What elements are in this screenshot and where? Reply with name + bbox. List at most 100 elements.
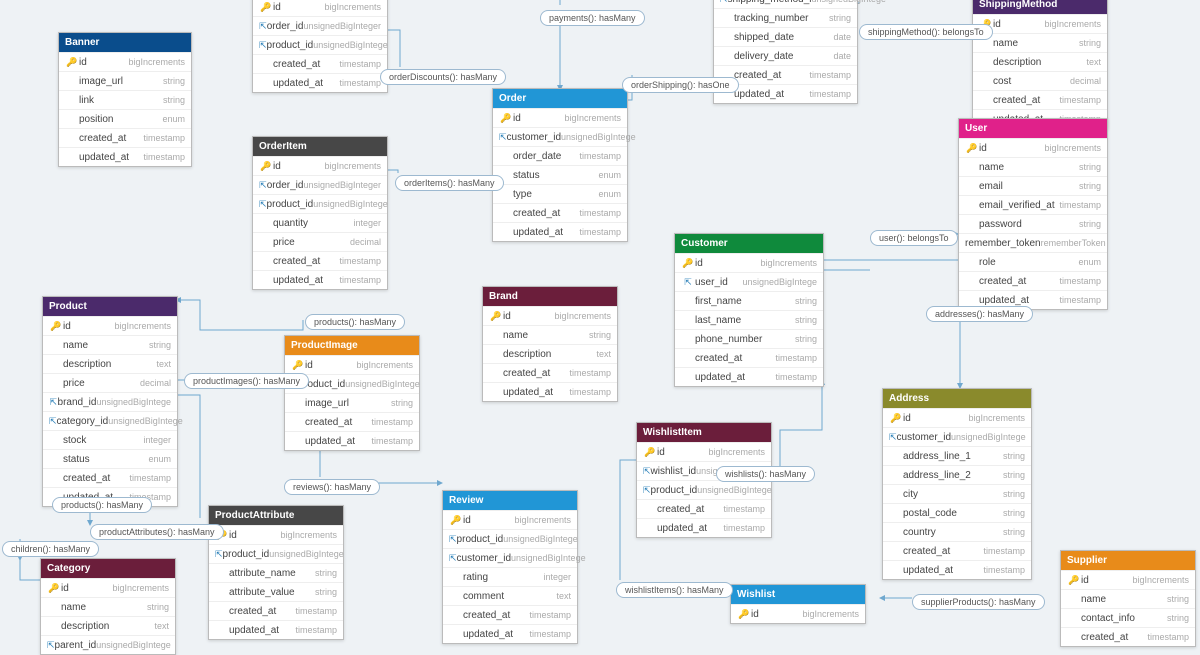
field-row[interactable]: ⇱customer_idunsignedBigIntege bbox=[443, 548, 577, 567]
entity-product[interactable]: Product🔑idbigIncrementsnamestringdescrip… bbox=[42, 296, 178, 507]
field-row[interactable]: created_attimestamp bbox=[493, 203, 627, 222]
field-row[interactable]: email_verified_attimestamp bbox=[959, 195, 1107, 214]
field-row[interactable]: created_attimestamp bbox=[285, 412, 419, 431]
field-row[interactable]: linkstring bbox=[59, 90, 191, 109]
entity-supplier[interactable]: Supplier🔑idbigIncrementsnamestringcontac… bbox=[1060, 550, 1196, 647]
field-row[interactable]: 🔑idbigIncrements bbox=[959, 138, 1107, 157]
relation-label[interactable]: reviews(): hasMany bbox=[284, 479, 380, 495]
entity-title[interactable]: Category bbox=[41, 559, 175, 578]
entity-address[interactable]: Address🔑idbigIncrements⇱customer_idunsig… bbox=[882, 388, 1032, 580]
field-row[interactable]: created_attimestamp bbox=[253, 54, 387, 73]
field-row[interactable]: 🔑idbigIncrements bbox=[209, 525, 343, 544]
field-row[interactable]: 🔑idbigIncrements bbox=[973, 14, 1107, 33]
field-row[interactable]: costdecimal bbox=[973, 71, 1107, 90]
field-row[interactable]: ⇱shipping_method_iunsignedBigIntege bbox=[714, 0, 857, 8]
entity-title[interactable]: Supplier bbox=[1061, 551, 1195, 570]
field-row[interactable]: descriptiontext bbox=[43, 354, 177, 373]
field-row[interactable]: ⇱order_idunsignedBigInteger bbox=[253, 175, 387, 194]
field-row[interactable]: created_attimestamp bbox=[637, 499, 771, 518]
field-row[interactable]: ⇱product_idunsignedBigIntege bbox=[637, 480, 771, 499]
field-row[interactable]: created_attimestamp bbox=[883, 541, 1031, 560]
field-row[interactable]: ⇱product_idunsignedBigIntege bbox=[253, 194, 387, 213]
field-row[interactable]: 🔑idbigIncrements bbox=[493, 108, 627, 127]
field-row[interactable]: shipped_datedate bbox=[714, 27, 857, 46]
diagram-canvas[interactable]: Banner🔑idbigIncrementsimage_urlstringlin… bbox=[0, 0, 1200, 630]
entity-title[interactable]: Order bbox=[493, 89, 627, 108]
entity-title[interactable]: Banner bbox=[59, 33, 191, 52]
entity-category[interactable]: Category🔑idbigIncrementsnamestringdescri… bbox=[40, 558, 176, 655]
field-row[interactable]: typeenum bbox=[493, 184, 627, 203]
field-row[interactable]: statusenum bbox=[43, 449, 177, 468]
field-row[interactable]: ⇱brand_idunsignedBigIntege bbox=[43, 392, 177, 411]
field-row[interactable]: 🔑idbigIncrements bbox=[253, 156, 387, 175]
field-row[interactable]: emailstring bbox=[959, 176, 1107, 195]
field-row[interactable]: namestring bbox=[973, 33, 1107, 52]
entity-user[interactable]: User🔑idbigIncrementsnamestringemailstrin… bbox=[958, 118, 1108, 310]
field-row[interactable]: updated_attimestamp bbox=[483, 382, 617, 401]
field-row[interactable]: descriptiontext bbox=[973, 52, 1107, 71]
field-row[interactable]: ⇱product_idunsignedBigIntege bbox=[253, 35, 387, 54]
field-row[interactable]: delivery_datedate bbox=[714, 46, 857, 65]
entity-brand[interactable]: Brand🔑idbigIncrementsnamestringdescripti… bbox=[482, 286, 618, 402]
relation-label[interactable]: payments(): hasMany bbox=[540, 10, 645, 26]
entity-title[interactable]: Wishlist bbox=[731, 585, 865, 604]
field-row[interactable]: updated_attimestamp bbox=[493, 222, 627, 241]
field-row[interactable]: address_line_2string bbox=[883, 465, 1031, 484]
entity-review[interactable]: Review🔑idbigIncrements⇱product_idunsigne… bbox=[442, 490, 578, 644]
field-row[interactable]: updated_attimestamp bbox=[883, 560, 1031, 579]
relation-label[interactable]: productAttributes(): hasMany bbox=[90, 524, 224, 540]
entity-title[interactable]: Product bbox=[43, 297, 177, 316]
entity-title[interactable]: ProductImage bbox=[285, 336, 419, 355]
field-row[interactable]: updated_attimestamp bbox=[253, 73, 387, 92]
relation-label[interactable]: shippingMethod(): belongsTo bbox=[859, 24, 993, 40]
relation-label[interactable]: productImages(): hasMany bbox=[184, 373, 309, 389]
field-row[interactable]: roleenum bbox=[959, 252, 1107, 271]
field-row[interactable]: created_attimestamp bbox=[483, 363, 617, 382]
field-row[interactable]: 🔑idbigIncrements bbox=[1061, 570, 1195, 589]
field-row[interactable]: created_attimestamp bbox=[253, 251, 387, 270]
field-row[interactable]: 🔑idbigIncrements bbox=[483, 306, 617, 325]
relation-label[interactable]: wishlistItems(): hasMany bbox=[616, 582, 733, 598]
field-row[interactable]: 🔑idbigIncrements bbox=[637, 442, 771, 461]
field-row[interactable]: ⇱category_idunsignedBigIntege bbox=[43, 411, 177, 430]
field-row[interactable]: updated_attimestamp bbox=[443, 624, 577, 643]
field-row[interactable]: created_attimestamp bbox=[443, 605, 577, 624]
field-row[interactable]: updated_attimestamp bbox=[285, 431, 419, 450]
entity-banner[interactable]: Banner🔑idbigIncrementsimage_urlstringlin… bbox=[58, 32, 192, 167]
field-row[interactable]: ⇱customer_idunsignedBigIntege bbox=[493, 127, 627, 146]
entity-title[interactable]: User bbox=[959, 119, 1107, 138]
field-row[interactable]: postal_codestring bbox=[883, 503, 1031, 522]
field-row[interactable]: 🔑idbigIncrements bbox=[59, 52, 191, 71]
entity-title[interactable]: ShippingMethod bbox=[973, 0, 1107, 14]
field-row[interactable]: updated_attimestamp bbox=[637, 518, 771, 537]
relation-label[interactable]: user(): belongsTo bbox=[870, 230, 958, 246]
field-row[interactable]: namestring bbox=[483, 325, 617, 344]
entity-title[interactable]: Brand bbox=[483, 287, 617, 306]
field-row[interactable]: countrystring bbox=[883, 522, 1031, 541]
field-row[interactable]: ⇱customer_idunsignedBigIntege bbox=[883, 427, 1031, 446]
field-row[interactable]: passwordstring bbox=[959, 214, 1107, 233]
field-row[interactable]: pricedecimal bbox=[43, 373, 177, 392]
field-row[interactable]: updated_attimestamp bbox=[59, 147, 191, 166]
entity-title[interactable]: Address bbox=[883, 389, 1031, 408]
field-row[interactable]: stockinteger bbox=[43, 430, 177, 449]
entity-title[interactable]: ProductAttribute bbox=[209, 506, 343, 525]
field-row[interactable]: namestring bbox=[1061, 589, 1195, 608]
relation-label[interactable]: products(): hasMany bbox=[305, 314, 405, 330]
field-row[interactable]: ⇱order_idunsignedBigInteger bbox=[253, 16, 387, 35]
field-row[interactable]: citystring bbox=[883, 484, 1031, 503]
field-row[interactable]: commenttext bbox=[443, 586, 577, 605]
field-row[interactable]: descriptiontext bbox=[483, 344, 617, 363]
relation-label[interactable]: children(): hasMany bbox=[2, 541, 99, 557]
relation-label[interactable]: addresses(): hasMany bbox=[926, 306, 1033, 322]
relation-label[interactable]: orderDiscounts(): hasMany bbox=[380, 69, 506, 85]
relation-label[interactable]: wishlists(): hasMany bbox=[716, 466, 815, 482]
entity-productimage[interactable]: ProductImage🔑idbigIncrements⇱product_idu… bbox=[284, 335, 420, 451]
field-row[interactable]: quantityinteger bbox=[253, 213, 387, 232]
field-row[interactable]: ⇱product_idunsignedBigIntege bbox=[209, 544, 343, 563]
relation-label[interactable]: orderShipping(): hasOne bbox=[622, 77, 739, 93]
field-row[interactable]: created_attimestamp bbox=[959, 271, 1107, 290]
field-row[interactable]: namestring bbox=[41, 597, 175, 616]
field-row[interactable]: last_namestring bbox=[675, 310, 823, 329]
entity-shippingmethod[interactable]: ShippingMethod🔑idbigIncrementsnamestring… bbox=[972, 0, 1108, 129]
